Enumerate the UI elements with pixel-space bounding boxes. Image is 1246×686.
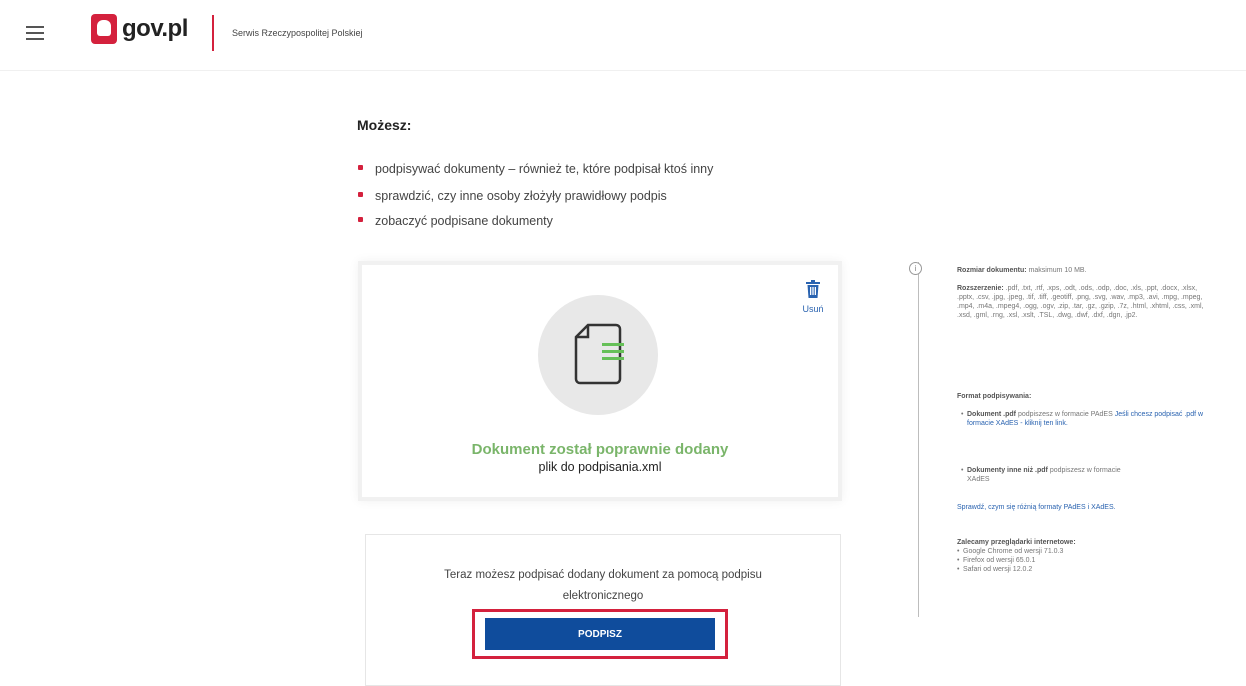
list-item: Dokumenty inne niż .pdf podpiszesz w for… (961, 466, 1121, 484)
document-icon (574, 323, 624, 385)
site-header: gov.pl Serwis Rzeczypospolitej Polskiej (0, 0, 1246, 71)
delete-button[interactable]: Usuń (799, 280, 827, 314)
browsers-label: Zalecamy przeglądarki internetowe: (957, 539, 1076, 546)
trash-icon (806, 280, 820, 298)
list-item: Dokument .pdf podpiszesz w formacie PAdE… (961, 410, 1209, 428)
sign-button[interactable]: PODPISZ (485, 618, 715, 650)
browsers-info: Zalecamy przeglądarki internetowe: Googl… (957, 538, 1209, 574)
size-info: Rozmiar dokumentu: maksimum 10 MB. (957, 266, 1209, 275)
format-label: Format podpisywania: (957, 393, 1032, 400)
pdf-label: Dokument .pdf (967, 411, 1016, 418)
size-value: maksimum 10 MB. (1028, 267, 1087, 274)
list-item: Firefox od wersji 65.0.1 (957, 556, 1209, 565)
info-icon: i (909, 262, 922, 275)
hamburger-menu-icon[interactable] (26, 22, 44, 44)
header-divider (212, 15, 214, 51)
pdf-text: podpiszesz w formacie PAdES (1017, 411, 1113, 418)
pdf-format-info: Dokument .pdf podpiszesz w formacie PAdE… (961, 410, 1209, 428)
sign-button-highlight: PODPISZ (472, 609, 728, 659)
document-icon-circle (538, 295, 658, 415)
list-item: zobaczyć podpisane dokumenty (357, 212, 713, 238)
other-label: Dokumenty inne niż .pdf (967, 467, 1048, 474)
uploaded-document-card: Usuń Dokument został poprawnie dodany pl… (362, 265, 838, 497)
logo-text: gov.pl (122, 15, 188, 42)
format-info: Format podpisywania: (957, 392, 1209, 401)
format-diff-link[interactable]: Sprawdź, czym się różnią formaty PAdES i… (957, 504, 1116, 511)
upload-success-message: Dokument został poprawnie dodany (471, 441, 729, 458)
service-name: Serwis Rzeczypospolitej Polskiej (232, 28, 363, 38)
info-panel: i Rozmiar dokumentu: maksimum 10 MB. Roz… (909, 262, 1219, 617)
other-format-info: Dokumenty inne niż .pdf podpiszesz w for… (961, 466, 1121, 484)
delete-label[interactable]: Usuń (799, 304, 827, 314)
sign-card: Teraz możesz podpisać dodany dokument za… (365, 534, 841, 686)
list-item: podpisywać dokumenty – również te, które… (357, 160, 713, 187)
page-title: Możesz: (357, 117, 412, 133)
list-item: Safari od wersji 12.0.2 (957, 565, 1209, 574)
format-diff-info: Sprawdź, czym się różnią formaty PAdES i… (957, 503, 1209, 512)
extensions-label: Rozszerzenie: (957, 285, 1004, 292)
polish-eagle-icon (91, 14, 117, 44)
list-item: Google Chrome od wersji 71.0.3 (957, 547, 1209, 556)
list-item: sprawdzić, czy inne osoby złożyły prawid… (357, 187, 713, 212)
capabilities-list: podpisywać dokumenty – również te, które… (357, 160, 713, 238)
sign-instructions: Teraz możesz podpisać dodany dokument za… (444, 569, 762, 602)
size-label: Rozmiar dokumentu: (957, 267, 1027, 274)
uploaded-file-name: plik do podpisania.xml (538, 460, 662, 474)
govpl-logo[interactable]: gov.pl (91, 14, 188, 44)
extensions-info: Rozszerzenie: .pdf, .txt, .rtf, .xps, .o… (957, 284, 1209, 320)
